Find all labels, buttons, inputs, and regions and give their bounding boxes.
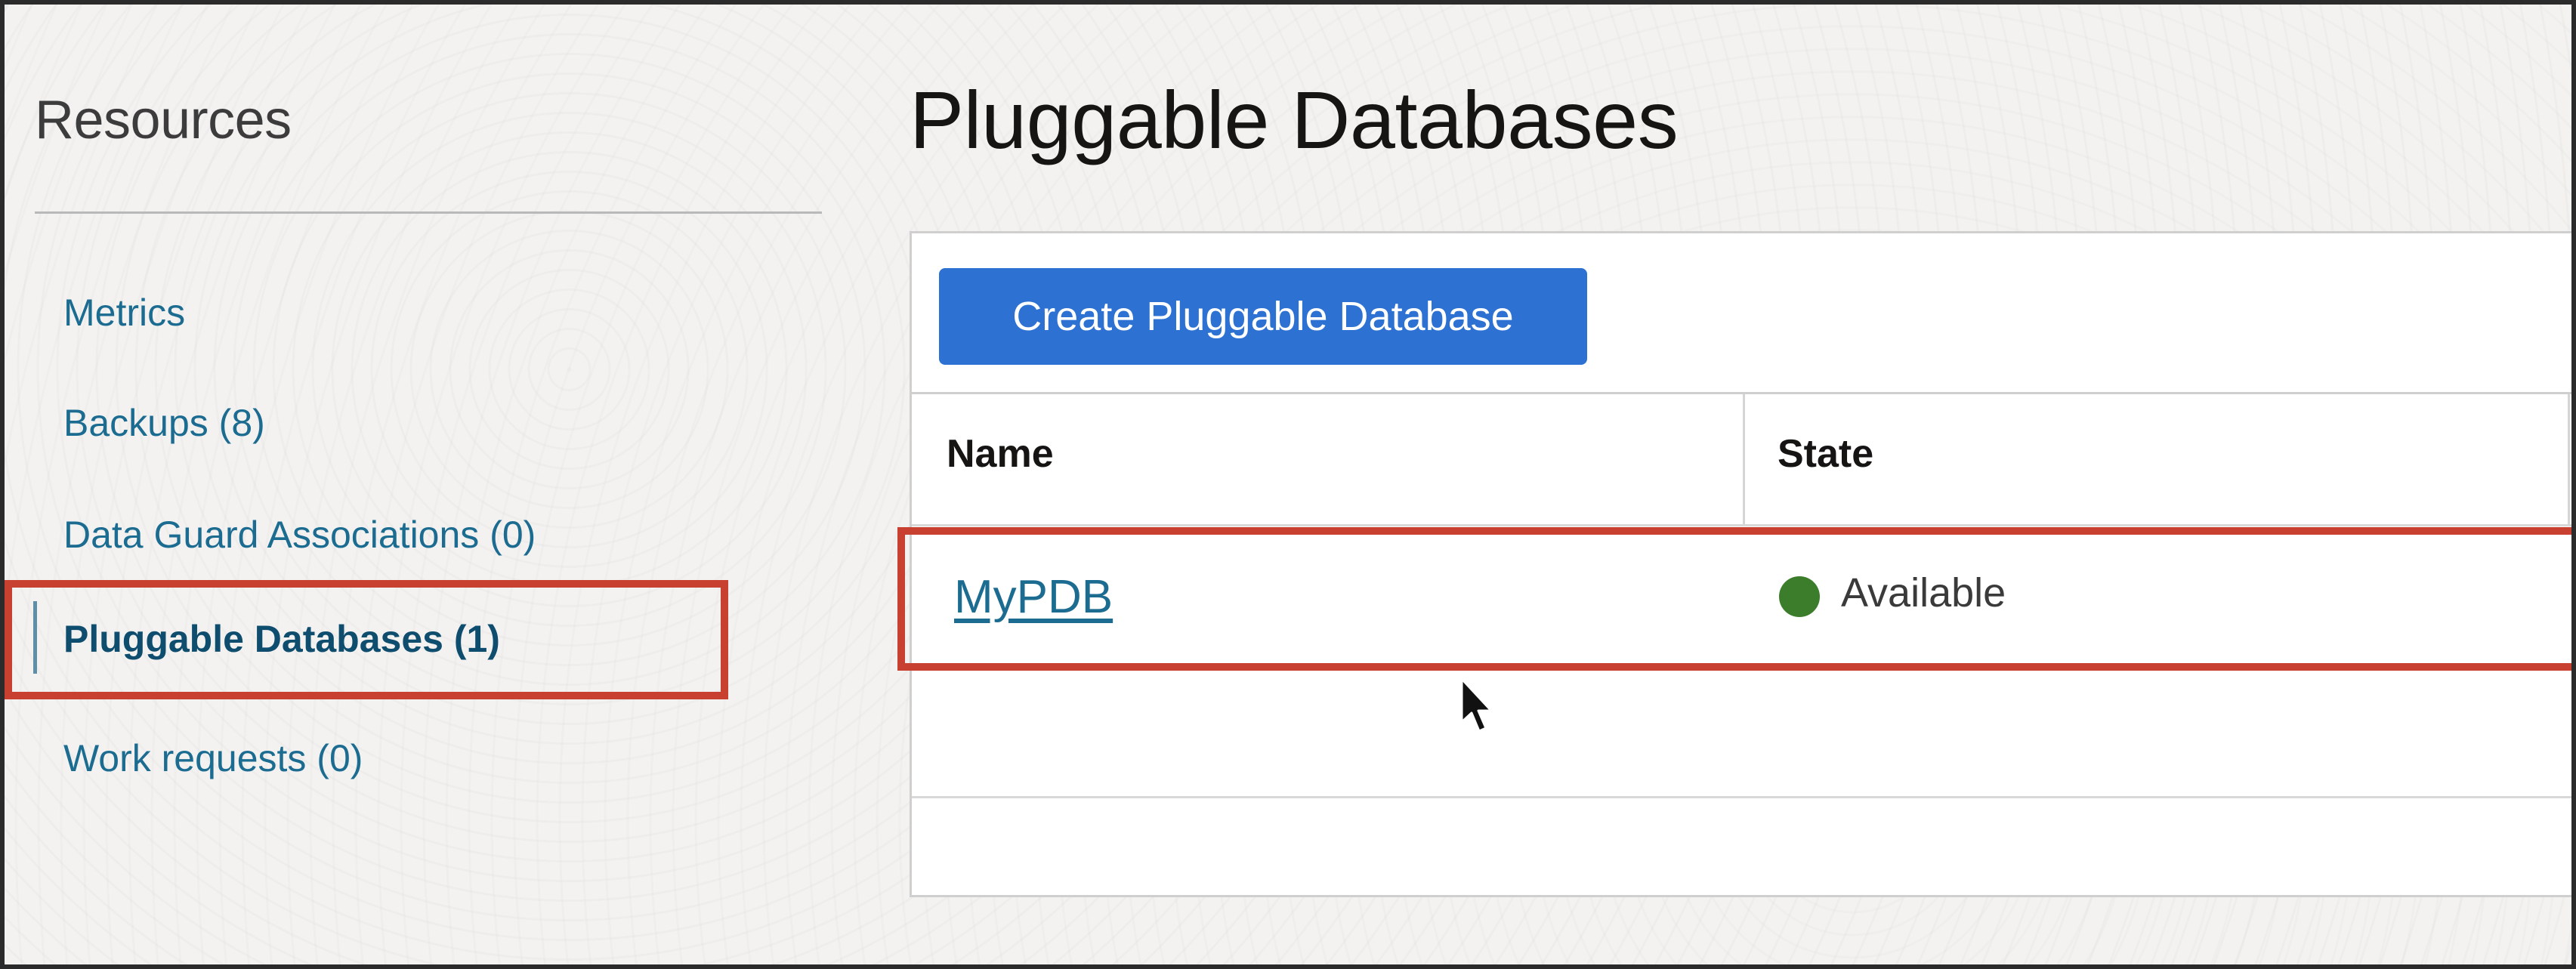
highlight-box-row (897, 527, 2571, 671)
screenshot-frame: Resources Metrics Backups (8) Data Guard… (0, 0, 2576, 969)
sidebar-item-metrics[interactable]: Metrics (63, 290, 185, 335)
column-header-name[interactable]: Name (947, 431, 1054, 477)
create-pluggable-database-button[interactable]: Create Pluggable Database (939, 268, 1587, 365)
column-header-state[interactable]: State (1778, 431, 1873, 477)
page-title: Pluggable Databases (910, 74, 1679, 165)
table-header-border (912, 524, 2571, 526)
column-separator[interactable] (2568, 394, 2570, 524)
sidebar-item-work-requests[interactable]: Work requests (0) (63, 736, 363, 781)
highlight-box-sidebar (5, 580, 728, 699)
resources-heading: Resources (35, 90, 292, 150)
sidebar-item-data-guard-associations[interactable]: Data Guard Associations (0) (63, 512, 536, 557)
table-bottom-border (912, 796, 2571, 798)
column-separator[interactable] (1743, 394, 1745, 524)
resources-divider (35, 211, 822, 214)
sidebar-item-backups[interactable]: Backups (8) (63, 400, 265, 446)
mouse-cursor-icon (1460, 677, 1493, 733)
